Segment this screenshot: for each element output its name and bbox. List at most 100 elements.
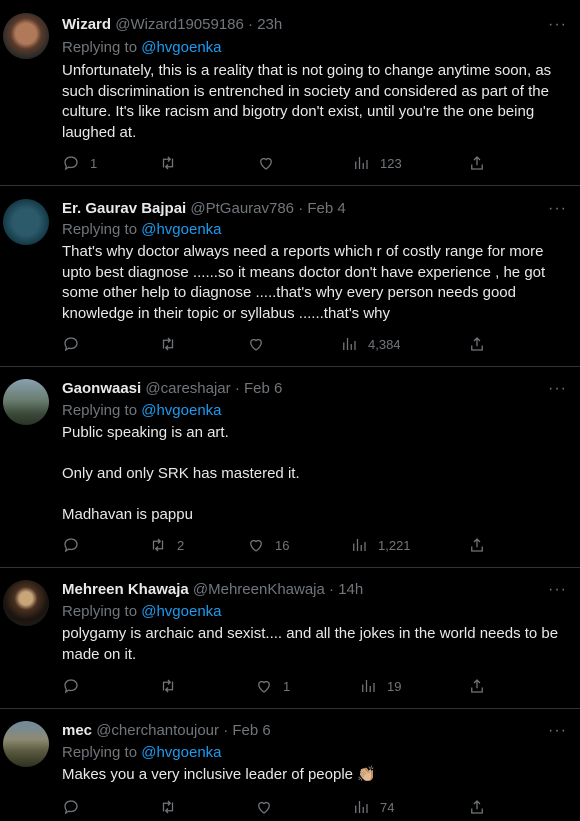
more-icon[interactable]: ··· [548,723,567,739]
tweet-paragraph: Public speaking is an art. [62,424,229,441]
share-button[interactable] [468,535,486,555]
retweet-button[interactable] [159,153,187,173]
tweet-time[interactable]: · 23h [248,16,282,33]
share-button[interactable] [468,676,486,696]
more-icon[interactable]: ··· [548,381,567,397]
tweet[interactable]: Gaonwaasi @careshajar · Feb 6 ··· Replyi… [0,367,580,568]
tweet-paragraph: Only and only SRK has mastered it. [62,465,300,482]
views-button[interactable]: 4,384 [340,334,401,354]
more-icon[interactable]: ··· [548,582,567,598]
like-button[interactable] [247,334,275,354]
mention-link[interactable]: @hvgoenka [141,221,221,238]
retweet-icon [162,679,174,693]
like-button[interactable]: 16 [247,535,289,555]
like-icon [250,539,262,552]
reply-icon [64,538,78,553]
views-icon [343,338,356,350]
tweet-time[interactable]: · Feb 6 [235,380,283,397]
tweet-time[interactable]: · 14h [329,581,363,598]
retweet-button[interactable]: 2 [149,535,184,555]
replying-to: Replying to @hvgoenka [62,39,222,56]
tweet[interactable]: mec @cherchantoujour · Feb 6 ··· Replyin… [0,709,580,821]
retweet-icon [162,800,174,814]
tweet-actions: 1 19 [62,676,483,696]
reply-icon [64,337,78,352]
share-button[interactable] [468,153,486,173]
share-icon [471,800,483,814]
views-button[interactable]: 74 [352,797,394,817]
tweet-actions: 74 [62,797,483,817]
author-handle[interactable]: @cherchantoujour [96,722,219,739]
views-count: 19 [387,678,402,694]
retweet-count: 2 [177,537,185,553]
share-button[interactable] [468,797,486,817]
share-icon [471,538,483,552]
avatar[interactable] [3,721,49,767]
tweet-paragraph: Makes you a very inclusive leader of peo… [62,766,376,783]
mention-link[interactable]: @hvgoenka [141,402,221,419]
avatar[interactable] [3,379,49,425]
retweet-button[interactable] [159,676,187,696]
tweet-paragraph: polygamy is archaic and sexist.... and a… [62,625,559,663]
mention-link[interactable]: @hvgoenka [141,39,221,56]
more-icon[interactable]: ··· [548,17,567,33]
tweet-paragraph: Madhavan is pappu [62,506,193,523]
reply-button[interactable] [62,334,90,354]
tweet-text: polygamy is archaic and sexist.... and a… [62,624,567,665]
author-name[interactable]: Gaonwaasi [62,380,141,397]
replying-to: Replying to @hvgoenka [62,221,222,238]
share-icon [471,156,483,170]
views-icon [355,157,368,169]
views-count: 123 [380,155,402,171]
reply-button[interactable]: 1 [62,153,97,173]
replying-to: Replying to @hvgoenka [62,603,222,620]
like-button[interactable] [255,797,283,817]
author-name[interactable]: Mehreen Khawaja [62,581,189,598]
like-button[interactable]: 1 [255,676,290,696]
views-button[interactable]: 19 [359,676,401,696]
author-handle[interactable]: @Wizard19059186 [115,16,244,33]
more-icon[interactable]: ··· [548,201,567,217]
author-name[interactable]: Wizard [62,16,111,33]
tweet-time[interactable]: · Feb 6 [223,722,271,739]
reply-button[interactable] [62,535,90,555]
author-handle[interactable]: @careshajar [145,380,230,397]
tweet[interactable]: Er. Gaurav Bajpai @PtGaurav786 · Feb 4 ·… [0,186,580,367]
reply-button[interactable] [62,797,90,817]
like-icon [250,338,262,351]
share-button[interactable] [468,334,486,354]
tweet-paragraph: Unfortunately, this is a reality that is… [62,62,552,141]
author-name[interactable]: mec [62,722,92,739]
like-button[interactable] [257,153,285,173]
author-name[interactable]: Er. Gaurav Bajpai [62,200,186,217]
views-count: 74 [380,799,395,815]
views-button[interactable]: 123 [352,153,402,173]
reply-icon [64,679,78,694]
tweet-time[interactable]: · Feb 4 [298,200,346,217]
views-count: 4,384 [368,336,401,352]
avatar[interactable] [3,580,49,626]
views-icon [355,801,368,813]
replying-to: Replying to @hvgoenka [62,744,222,761]
author-handle[interactable]: @PtGaurav786 [190,200,294,217]
retweet-icon [162,337,174,351]
tweet[interactable]: Wizard @Wizard19059186 · 23h ··· Replyin… [0,0,580,186]
views-button[interactable]: 1,221 [350,535,411,555]
avatar[interactable] [3,13,49,59]
tweet-actions: 2 16 1,221 [62,535,483,555]
tweet-text: Makes you a very inclusive leader of peo… [62,765,567,786]
author-handle[interactable]: @MehreenKhawaja [193,581,325,598]
avatar[interactable] [3,199,49,245]
share-icon [471,337,483,351]
mention-link[interactable]: @hvgoenka [141,603,221,620]
reply-count: 1 [90,155,98,171]
reply-button[interactable] [62,676,90,696]
share-icon [471,679,483,693]
views-icon [353,539,366,551]
tweet[interactable]: Mehreen Khawaja @MehreenKhawaja · 14h ··… [0,568,580,709]
tweet-text: Unfortunately, this is a reality that is… [62,61,567,143]
mention-link[interactable]: @hvgoenka [141,744,221,761]
retweet-button[interactable] [159,334,187,354]
replying-to: Replying to @hvgoenka [62,402,222,419]
retweet-button[interactable] [159,797,187,817]
